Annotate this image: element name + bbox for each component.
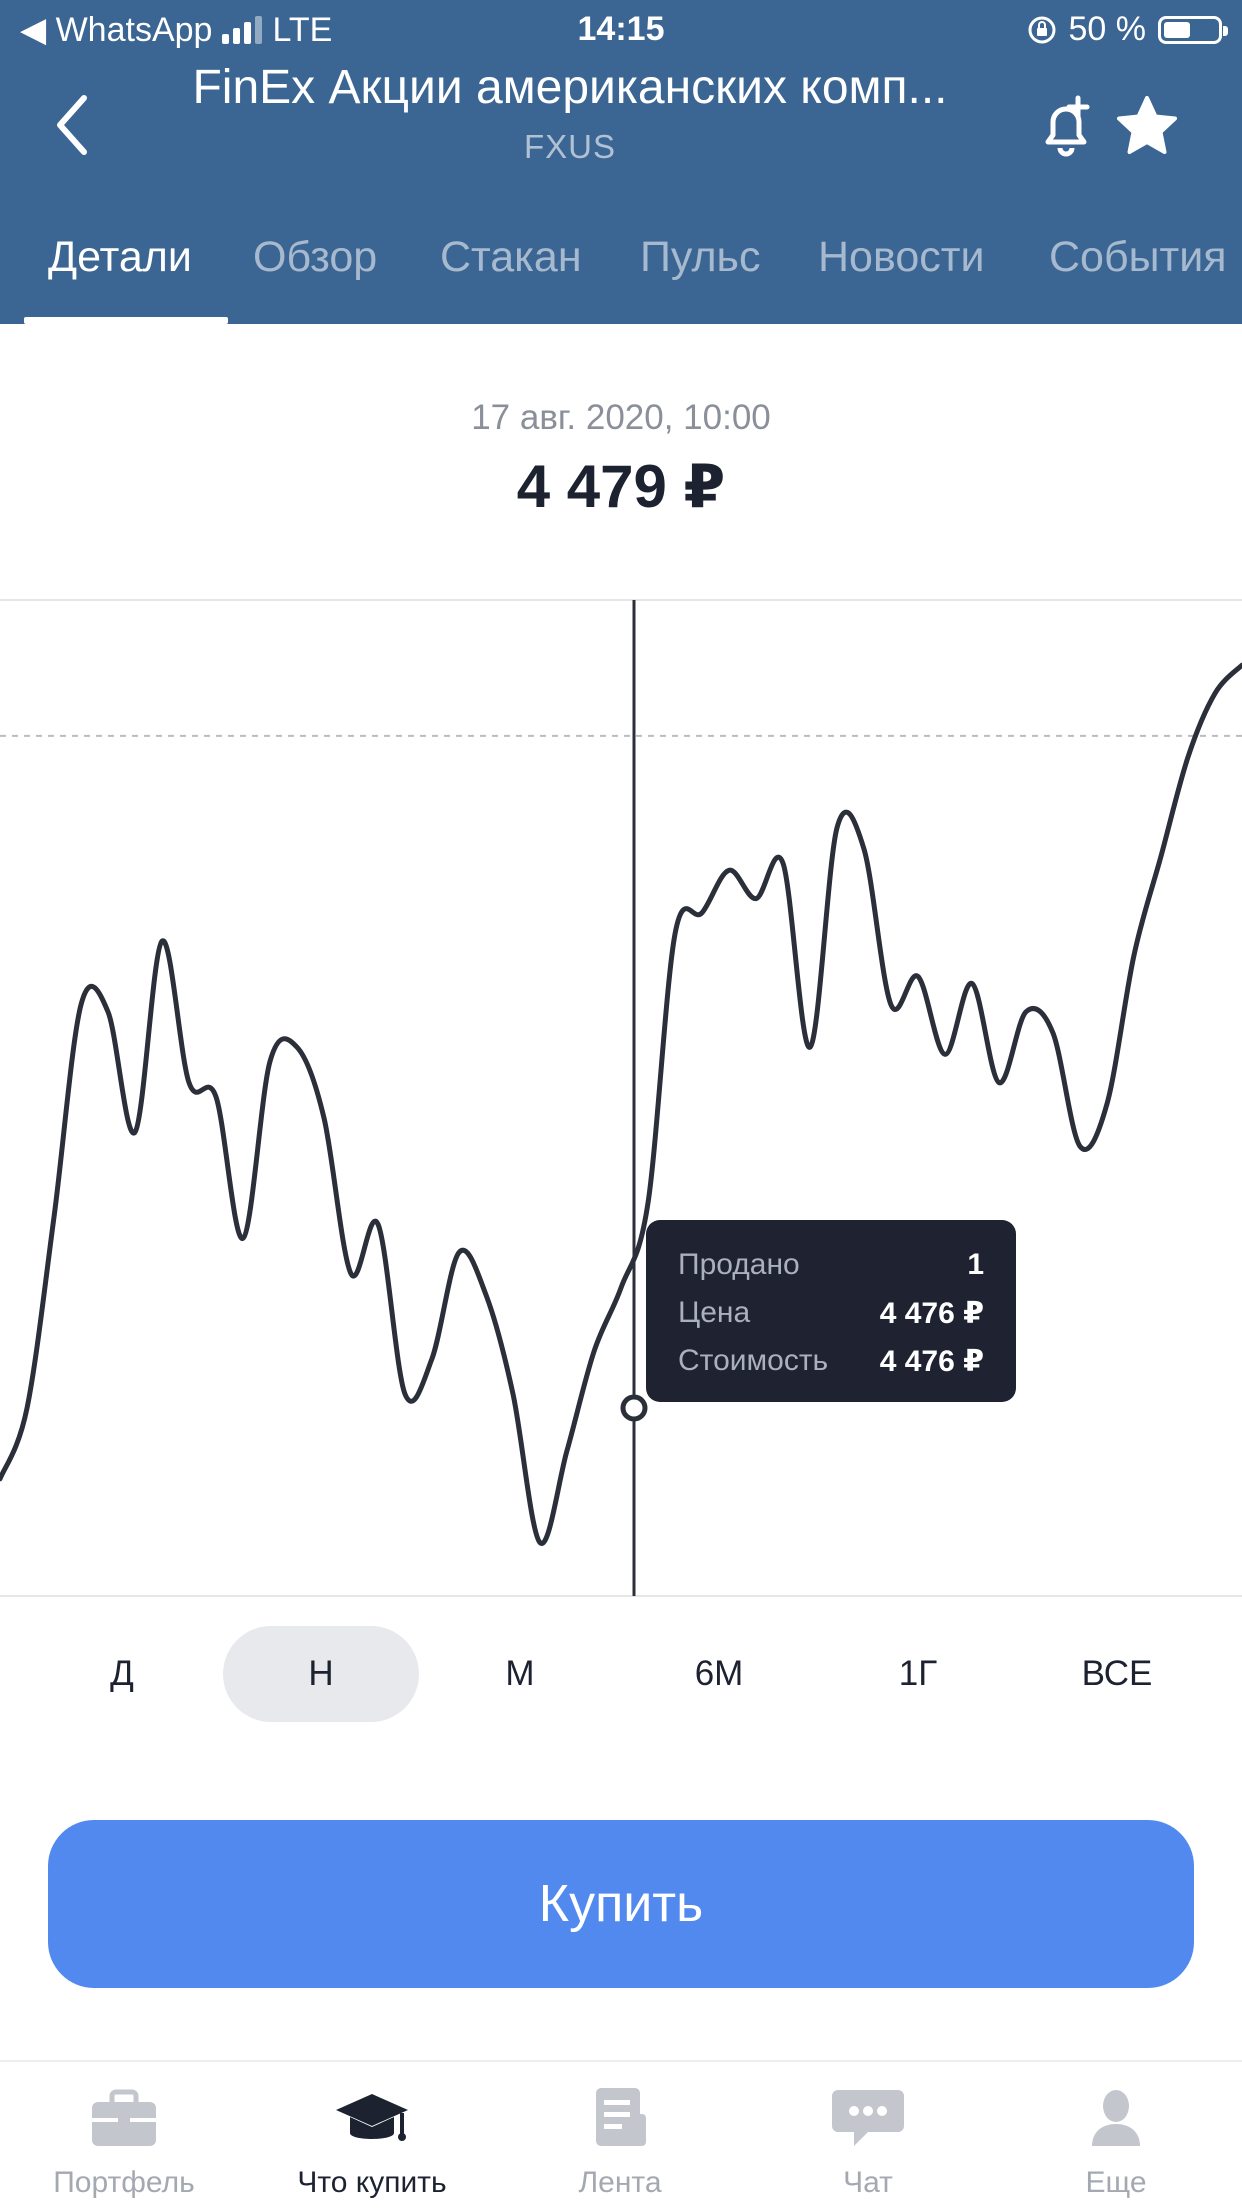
- period-selector: Д Н М 6М 1Г ВСЕ: [0, 1626, 1242, 1722]
- graduation-cap-icon: [336, 2094, 408, 2141]
- buy-button[interactable]: Купить: [48, 1820, 1194, 1988]
- nav-feed[interactable]: Лента: [496, 2062, 744, 2210]
- point-tooltip: Продано 1 Цена 4 476 ₽ Стоимость 4 476 ₽: [646, 1220, 1016, 1402]
- period-week[interactable]: Н: [223, 1626, 419, 1722]
- nav-portfolio-label: Портфель: [53, 2166, 195, 2199]
- orientation-lock-icon: [1028, 16, 1055, 43]
- selected-date: 17 авг. 2020, 10:00: [471, 398, 771, 437]
- app-header: ◀ WhatsApp LTE 14:15 50 % FinEx Акции ам…: [0, 0, 1242, 324]
- tab-details[interactable]: Детали: [48, 233, 192, 282]
- price-chart[interactable]: [0, 598, 1242, 1598]
- status-right: 50 %: [1027, 10, 1228, 49]
- tooltip-cost-label: Стоимость: [678, 1344, 829, 1377]
- active-tab-indicator: [24, 317, 228, 324]
- period-all[interactable]: ВСЕ: [1019, 1626, 1215, 1722]
- tooltip-cost-value: 4 476 ₽: [879, 1345, 984, 1378]
- period-day[interactable]: Д: [24, 1626, 220, 1722]
- tab-order-book[interactable]: Стакан: [440, 233, 582, 282]
- status-bar: ◀ WhatsApp LTE 14:15 50 %: [0, 0, 1242, 60]
- series-line: [0, 662, 1242, 1546]
- selected-price: 4 479 ₽: [516, 453, 726, 520]
- tab-bar: Детали Обзор Стакан Пульс Новости Событи…: [0, 225, 1242, 324]
- bottom-navigation: Портфель Что купить Лента Чат Еще: [0, 2060, 1242, 2210]
- battery-icon: [1158, 15, 1228, 44]
- tooltip-sold-label: Продано: [678, 1248, 800, 1281]
- nav-chat[interactable]: Чат: [744, 2062, 992, 2210]
- page-title: FinEx Акции американских комп...: [192, 61, 948, 114]
- nav-chat-label: Чат: [843, 2166, 893, 2199]
- tab-news[interactable]: Новости: [818, 233, 984, 282]
- bell-plus-icon[interactable]: [1030, 92, 1100, 162]
- briefcase-icon: [92, 2089, 156, 2146]
- period-year[interactable]: 1Г: [820, 1626, 1016, 1722]
- tab-pulse[interactable]: Пульс: [640, 233, 760, 282]
- profile-icon: [1092, 2090, 1140, 2146]
- selected-point-marker[interactable]: [620, 1394, 648, 1422]
- nav-more-label: Еще: [1085, 2166, 1147, 2199]
- star-icon[interactable]: [1112, 92, 1182, 162]
- feed-icon: [596, 2088, 646, 2146]
- ticker-label: FXUS: [523, 128, 616, 165]
- battery-percent: 50 %: [1068, 10, 1147, 48]
- tooltip-price-value: 4 476 ₽: [879, 1297, 984, 1330]
- chat-bubble-icon: [832, 2090, 904, 2146]
- nav-feed-label: Лента: [578, 2166, 662, 2199]
- tooltip-row-sold: Продано 1: [678, 1248, 984, 1288]
- nav-portfolio[interactable]: Портфель: [0, 2062, 248, 2210]
- period-month[interactable]: М: [422, 1626, 618, 1722]
- tooltip-sold-value: 1: [967, 1248, 984, 1281]
- tooltip-row-cost: Стоимость 4 476 ₽: [678, 1344, 984, 1384]
- period-6-months[interactable]: 6М: [621, 1626, 817, 1722]
- tooltip-row-price: Цена 4 476 ₽: [678, 1296, 984, 1336]
- back-chevron-icon[interactable]: [44, 90, 104, 160]
- nav-more[interactable]: Еще: [992, 2062, 1240, 2210]
- nav-what-to-buy[interactable]: Что купить: [248, 2062, 496, 2210]
- nav-what-to-buy-label: Что купить: [297, 2166, 447, 2199]
- tab-events[interactable]: События: [1049, 233, 1227, 282]
- tab-overview[interactable]: Обзор: [253, 233, 377, 282]
- tooltip-price-label: Цена: [678, 1296, 751, 1329]
